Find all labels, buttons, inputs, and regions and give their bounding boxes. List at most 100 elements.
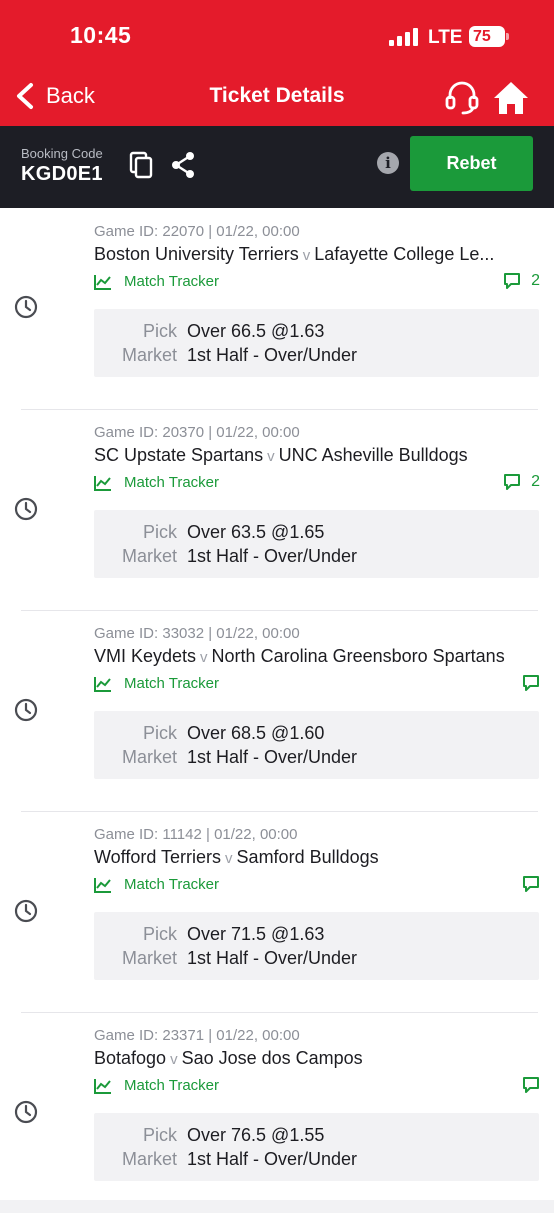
comments-button[interactable]	[522, 674, 540, 692]
pick-label: Pick	[142, 924, 177, 944]
chart-line-icon	[94, 877, 111, 893]
pick-label: Pick	[142, 723, 177, 743]
divider	[21, 811, 538, 812]
pick-value: Over 66.5 @1.63	[187, 321, 325, 341]
comments-button[interactable]: 2	[503, 473, 540, 491]
match-teams: VMI Keydets v North Carolina Greensboro Sp…	[94, 646, 536, 667]
match-tracker-label: Match Tracker	[124, 1077, 220, 1094]
headset-icon[interactable]	[444, 80, 480, 116]
nav-bar: Back Ticket Details	[0, 72, 554, 124]
market-label: Market	[121, 747, 177, 767]
versus-label: v	[225, 850, 233, 867]
clock-icon	[14, 1100, 38, 1124]
copy-icon[interactable]	[129, 151, 153, 179]
info-icon[interactable]: i	[377, 152, 399, 174]
match-tracker-link[interactable]: Match Tracker	[94, 876, 219, 893]
selections-list[interactable]: Game ID: 22070 | 01/22, 00:00 Boston Uni…	[0, 208, 554, 1200]
booking-code-label: Booking Code	[21, 146, 103, 161]
match-tracker-label: Match Tracker	[124, 876, 220, 893]
battery-icon: 75	[469, 26, 509, 47]
away-team: Lafayette College Le...	[314, 244, 495, 264]
market-value: 1st Half - Over/Under	[187, 948, 358, 968]
match-tracker-label: Match Tracker	[124, 474, 220, 491]
match-tracker-link[interactable]: Match Tracker	[94, 1077, 219, 1094]
away-team: Samford Bulldogs	[236, 847, 379, 867]
match-tracker-link[interactable]: Match Tracker	[94, 273, 219, 290]
home-team: VMI Keydets	[94, 646, 197, 666]
selection-item: Game ID: 33032 | 01/22, 00:00 VMI Keydet…	[0, 610, 554, 811]
pick-value: Over 76.5 @1.55	[187, 1125, 325, 1145]
game-meta: Game ID: 33032 | 01/22, 00:00	[94, 625, 300, 642]
divider	[21, 409, 538, 410]
away-team: North Carolina Greensboro Spartans	[211, 646, 505, 666]
match-teams: Boston University Terriers v Lafayette Col…	[94, 244, 536, 265]
home-team: SC Upstate Spartans	[94, 445, 264, 465]
match-tracker-label: Match Tracker	[124, 675, 220, 692]
pick-value: Over 68.5 @1.60	[187, 723, 325, 743]
home-team: Botafogo	[94, 1048, 167, 1068]
market-value: 1st Half - Over/Under	[187, 546, 358, 566]
divider	[21, 1012, 538, 1013]
selection-item: Game ID: 11142 | 01/22, 00:00 Wofford Te…	[0, 811, 554, 1012]
clock-icon	[14, 295, 38, 319]
market-value: 1st Half - Over/Under	[187, 1149, 358, 1169]
comments-button[interactable]	[522, 875, 540, 893]
clock-icon	[14, 899, 38, 923]
selection-item: Game ID: 23371 | 01/22, 00:00 Botafogo v S…	[0, 1012, 554, 1213]
market-value: 1st Half - Over/Under	[187, 747, 358, 767]
market-label: Market	[121, 546, 177, 566]
home-team: Boston University Terriers	[94, 244, 299, 264]
match-teams: SC Upstate Spartans v UNC Asheville Bulldo…	[94, 445, 536, 466]
comment-icon	[523, 876, 539, 892]
market-label: Market	[121, 345, 177, 365]
comment-icon	[523, 1077, 539, 1093]
divider	[21, 610, 538, 611]
share-icon[interactable]	[170, 151, 196, 179]
status-bar: 10:45 LTE 75	[0, 0, 554, 70]
game-meta: Game ID: 20370 | 01/22, 00:00	[94, 424, 300, 441]
versus-label: v	[200, 649, 208, 666]
pick-details: Pick Over 66.5 @1.63 Market 1st Half - O…	[94, 309, 539, 377]
comment-count: 2	[531, 473, 540, 490]
match-tracker-link[interactable]: Match Tracker	[94, 474, 219, 491]
pick-details: Pick Over 68.5 @1.60 Market 1st Half - O…	[94, 711, 539, 779]
versus-label: v	[267, 448, 275, 465]
selection-item: Game ID: 22070 | 01/22, 00:00 Boston Uni…	[0, 208, 554, 409]
pick-label: Pick	[142, 1125, 177, 1145]
match-teams: Wofford Terriers v Samford Bulldogs	[94, 847, 536, 868]
chart-line-icon	[94, 274, 111, 290]
pick-details: Pick Over 76.5 @1.55 Market 1st Half - O…	[94, 1113, 539, 1181]
comments-button[interactable]	[522, 1076, 540, 1094]
match-tracker-link[interactable]: Match Tracker	[94, 675, 219, 692]
pick-value: Over 71.5 @1.63	[187, 924, 325, 944]
game-meta: Game ID: 23371 | 01/22, 00:00	[94, 1027, 300, 1044]
home-icon[interactable]	[492, 80, 530, 116]
comment-count: 2	[531, 272, 540, 289]
app-header: 10:45 LTE 75 Back Ticket Details	[0, 0, 554, 126]
versus-label: v	[170, 1051, 178, 1068]
rebet-button[interactable]: Rebet	[410, 136, 533, 191]
versus-label: v	[302, 247, 311, 264]
cellular-signal-icon	[389, 28, 418, 46]
chart-line-icon	[94, 676, 111, 692]
game-meta: Game ID: 22070 | 01/22, 00:00	[94, 223, 300, 240]
clock-icon	[14, 497, 38, 521]
comment-icon	[504, 474, 521, 490]
pick-details: Pick Over 63.5 @1.65 Market 1st Half - O…	[94, 510, 539, 578]
chart-line-icon	[94, 475, 111, 491]
market-value: 1st Half - Over/Under	[187, 345, 358, 365]
pick-value: Over 63.5 @1.65	[187, 522, 325, 542]
comment-icon	[523, 675, 539, 691]
status-time: 10:45	[70, 22, 132, 48]
pick-label: Pick	[142, 321, 177, 341]
game-meta: Game ID: 11142 | 01/22, 00:00	[94, 826, 298, 843]
away-team: Sao Jose dos Campos	[181, 1048, 363, 1068]
pick-label: Pick	[142, 522, 177, 542]
market-label: Market	[121, 948, 177, 968]
comments-button[interactable]: 2	[503, 272, 540, 290]
match-tracker-label: Match Tracker	[124, 273, 220, 290]
away-team: UNC Asheville Bulldogs	[278, 445, 468, 465]
booking-bar: Booking Code KGD0E1 i Rebet	[0, 126, 554, 208]
home-team: Wofford Terriers	[94, 847, 222, 867]
network-type: LTE	[428, 27, 463, 48]
